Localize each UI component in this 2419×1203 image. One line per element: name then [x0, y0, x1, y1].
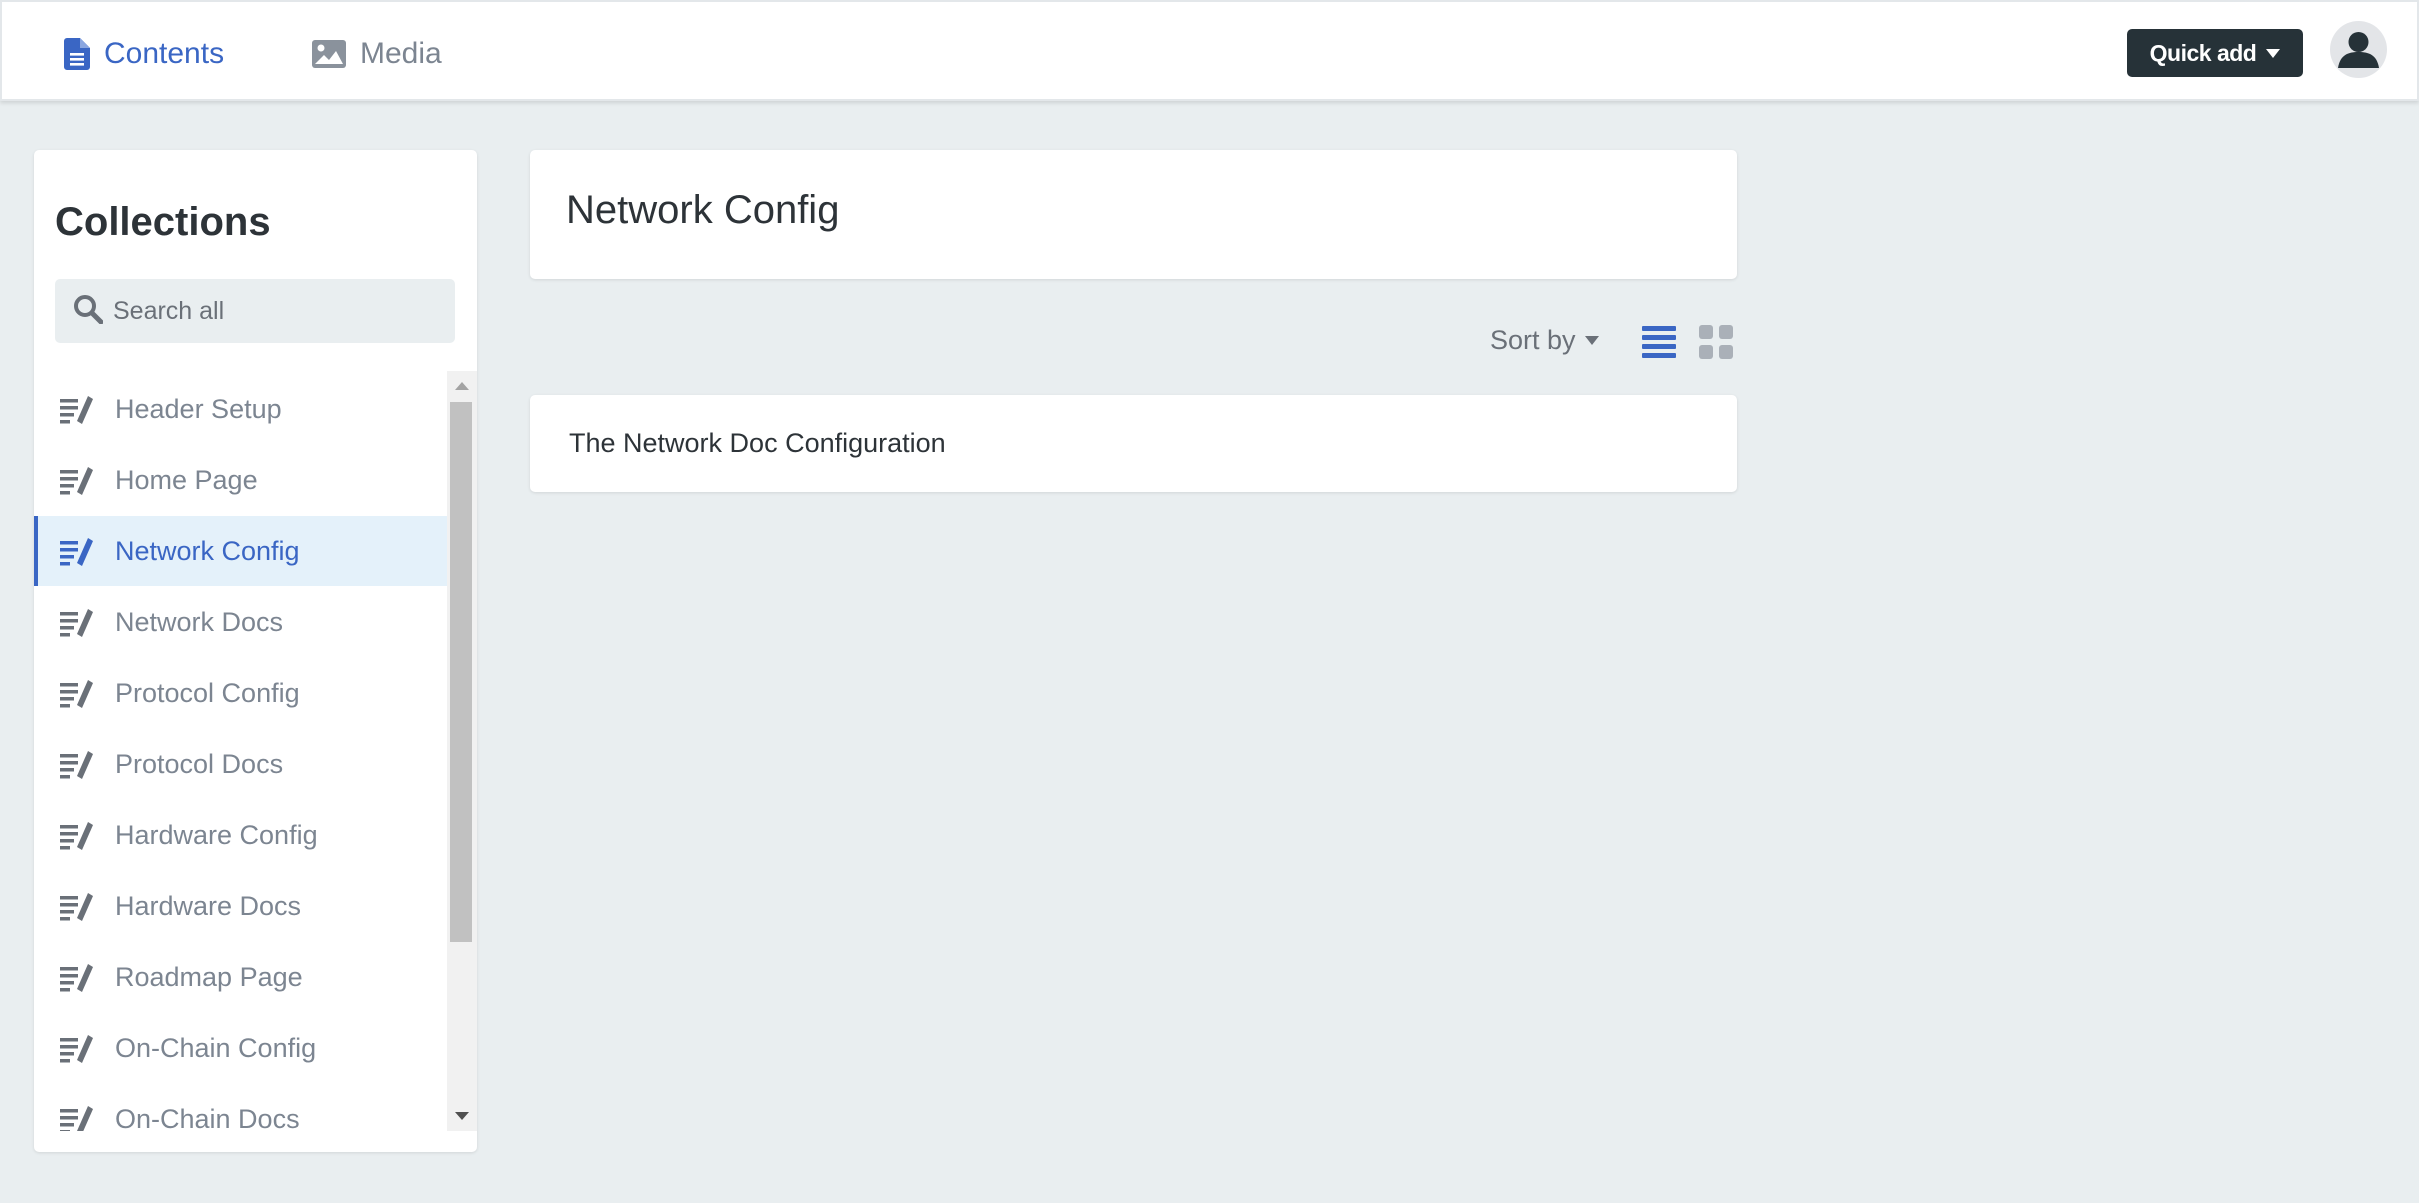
list-edit-icon	[60, 396, 94, 431]
list-edit-icon	[60, 751, 94, 786]
list-edit-icon	[60, 680, 94, 715]
nav-tab-media-label: Media	[360, 37, 442, 70]
sidebar-item-label: On-Chain Config	[115, 1033, 317, 1063]
document-icon	[64, 38, 90, 70]
grid-view-icon[interactable]	[1699, 325, 1733, 364]
search-input[interactable]	[113, 296, 433, 326]
list-edit-icon	[60, 964, 94, 999]
sidebar-item-label: Network Config	[115, 536, 300, 566]
caret-down-icon	[2266, 48, 2281, 58]
sidebar-item[interactable]: Network Config	[34, 516, 447, 586]
list-edit-icon	[60, 1106, 94, 1131]
scroll-down-arrow-icon[interactable]	[455, 1112, 469, 1120]
search-box[interactable]	[55, 279, 455, 343]
sidebar-item[interactable]: Roadmap Page	[34, 942, 447, 1012]
nav-tab-contents[interactable]: Contents	[64, 32, 224, 76]
list-edit-icon	[60, 538, 94, 573]
search-icon	[73, 294, 104, 329]
collections-sidebar: Collections Header Setup Home Page Network…	[34, 150, 477, 1152]
nav-tab-contents-label: Contents	[104, 37, 225, 70]
user-avatar-icon[interactable]	[2330, 21, 2387, 78]
nav-tab-media[interactable]: Media	[312, 32, 442, 76]
sort-by-dropdown[interactable]: Sort by	[1490, 320, 1599, 360]
entry-row[interactable]: The Network Doc Configuration	[530, 395, 1737, 492]
sidebar-item-label: Header Setup	[115, 394, 282, 424]
collection-header-card: Network Config	[530, 150, 1737, 279]
list-edit-icon	[60, 822, 94, 857]
collection-list: Header Setup Home Page Network Config Netwo…	[34, 371, 447, 1131]
quick-add-button[interactable]: Quick add	[2127, 29, 2303, 77]
sidebar-item-label: Protocol Config	[115, 678, 300, 708]
sidebar-item[interactable]: On-Chain Config	[34, 1013, 447, 1083]
sidebar-item[interactable]: Hardware Docs	[34, 871, 447, 941]
top-bar: Contents Media Quick add	[0, 0, 2419, 101]
caret-down-icon	[1584, 335, 1599, 345]
list-edit-icon	[60, 609, 94, 644]
entry-title: The Network Doc Configuration	[569, 428, 946, 458]
sidebar-item[interactable]: Network Docs	[34, 587, 447, 657]
sidebar-item-label: Roadmap Page	[115, 962, 303, 992]
list-edit-icon	[60, 893, 94, 928]
scroll-up-arrow-icon[interactable]	[455, 382, 469, 390]
sidebar-item[interactable]: On-Chain Docs	[34, 1084, 447, 1131]
scrollbar-thumb[interactable]	[450, 402, 472, 942]
sidebar-item-label: Hardware Docs	[115, 891, 302, 921]
sidebar-item[interactable]: Hardware Config	[34, 800, 447, 870]
sidebar-item[interactable]: Header Setup	[34, 374, 447, 444]
list-edit-icon	[60, 467, 94, 502]
quick-add-label: Quick add	[2149, 39, 2257, 66]
list-edit-icon	[60, 1035, 94, 1070]
sidebar-item-label: On-Chain Docs	[115, 1104, 300, 1131]
sidebar-item[interactable]: Protocol Docs	[34, 729, 447, 799]
sort-by-label: Sort by	[1490, 324, 1576, 355]
sidebar-item-label: Hardware Config	[115, 820, 318, 850]
sidebar-item-label: Protocol Docs	[115, 749, 284, 779]
sidebar-item[interactable]: Home Page	[34, 445, 447, 515]
image-icon	[312, 40, 346, 68]
sidebar-item-label: Network Docs	[115, 607, 284, 637]
sidebar-item-label: Home Page	[115, 465, 258, 495]
sidebar-item[interactable]: Protocol Config	[34, 658, 447, 728]
list-view-icon[interactable]	[1642, 325, 1676, 364]
sidebar-title: Collections	[55, 200, 271, 244]
page-title: Network Config	[566, 188, 840, 232]
